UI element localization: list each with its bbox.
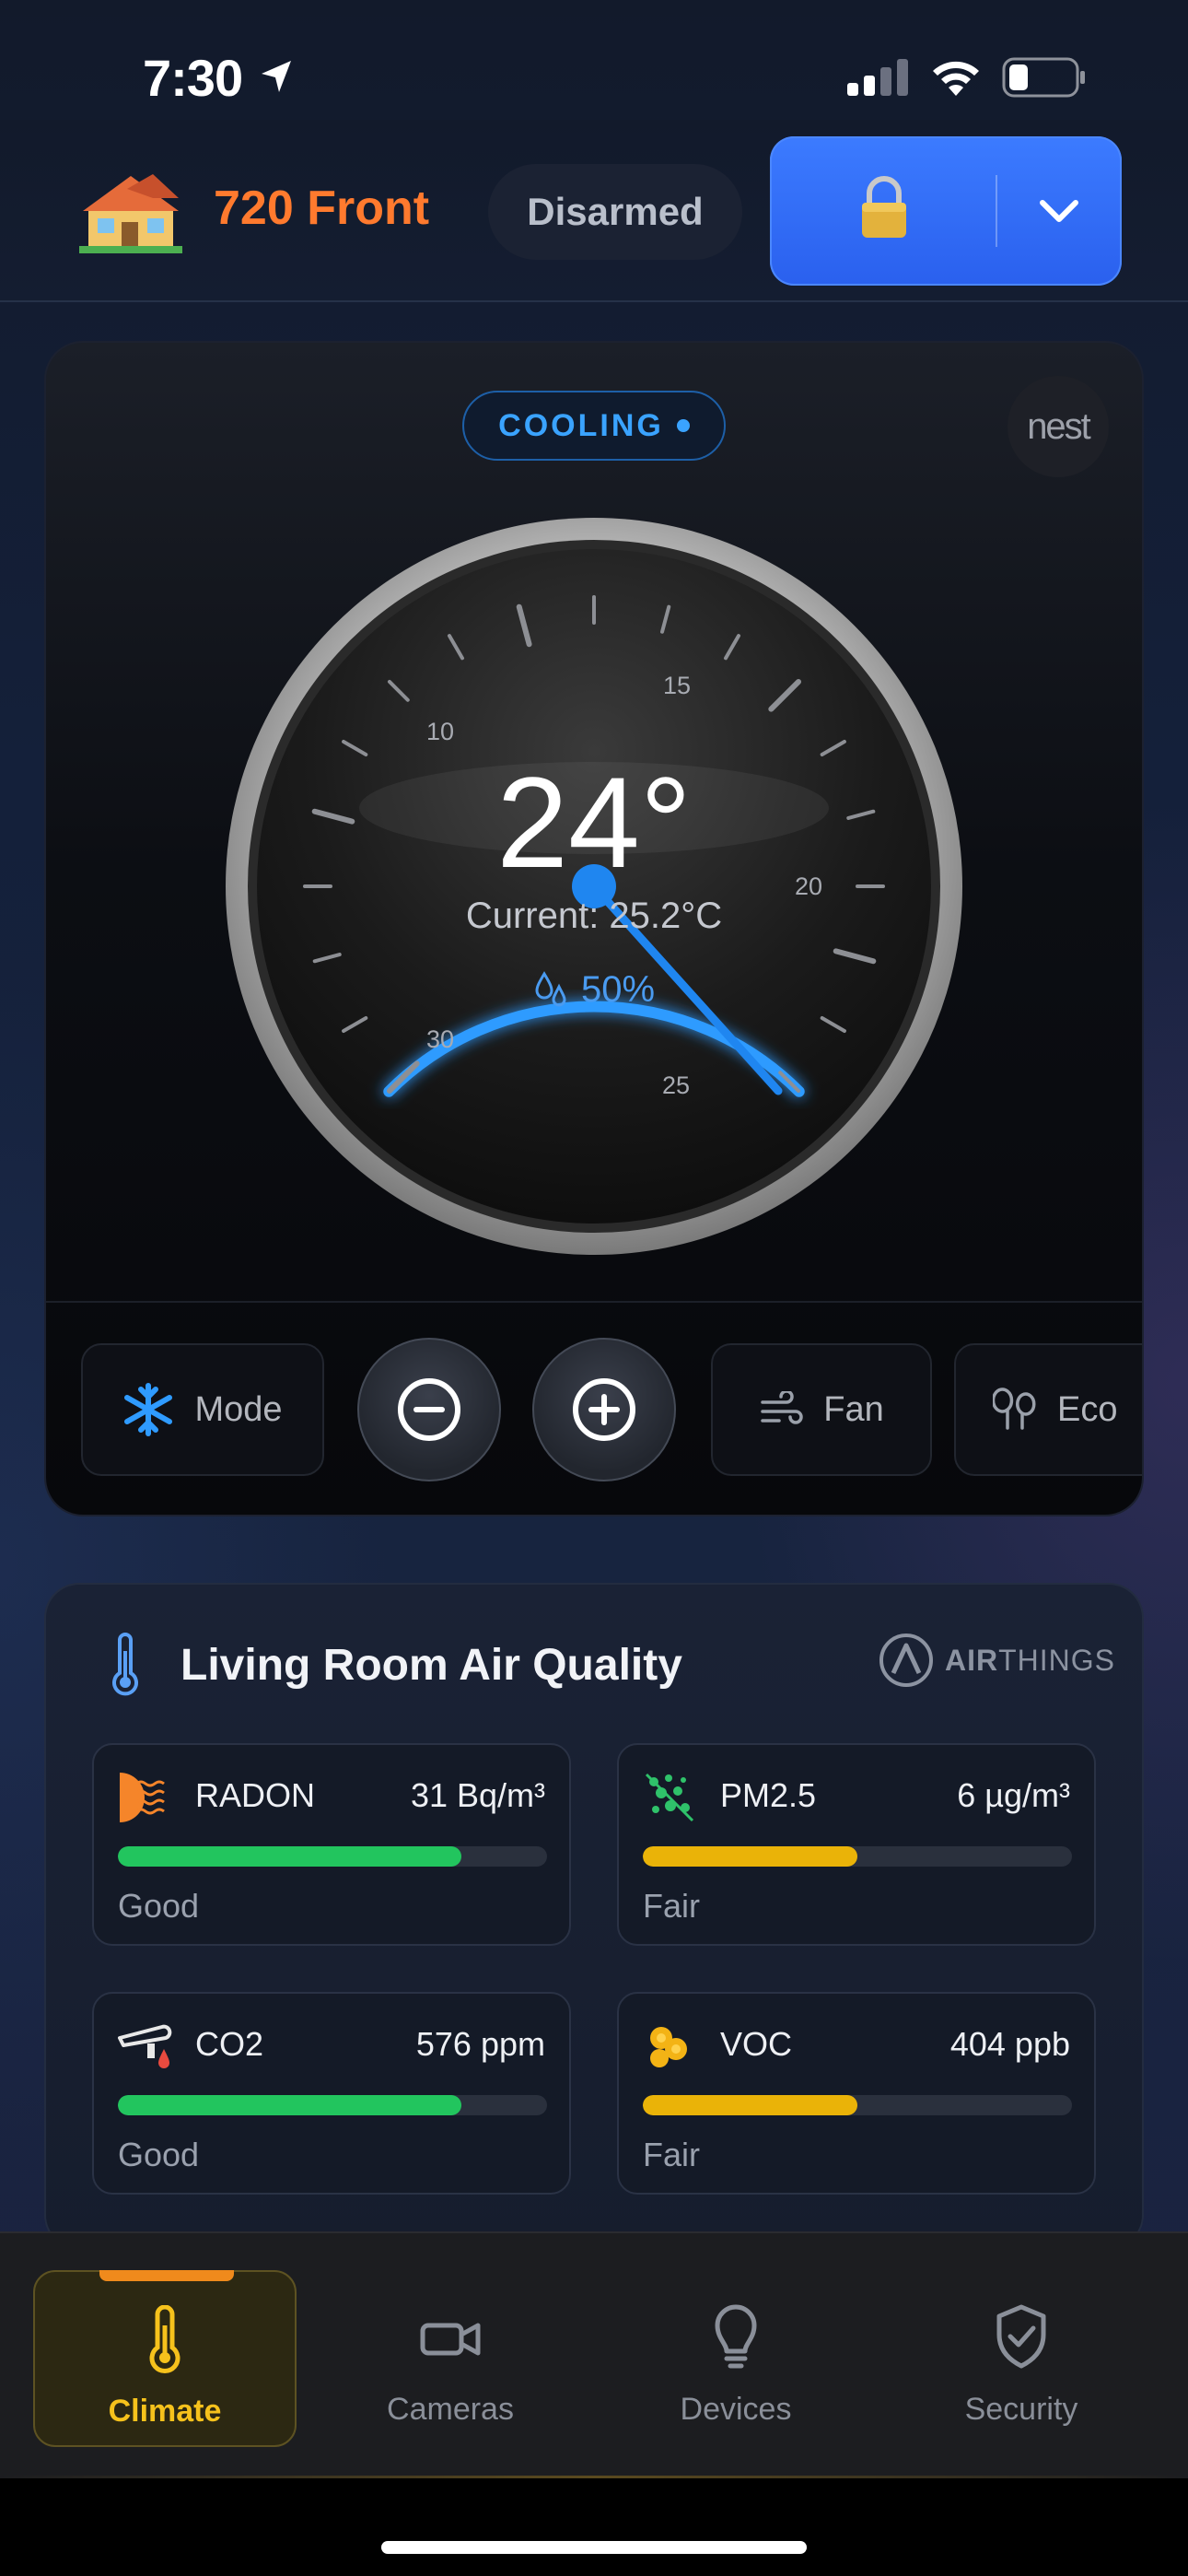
humidity-value: 50% — [580, 969, 656, 1010]
pm25-metric-tile[interactable]: PM2.5 6 µg/m³ Fair — [617, 1743, 1096, 1946]
bottom-tab-bar: Climate Cameras Devices Security — [0, 2231, 1188, 2478]
thermometer-icon — [149, 2305, 181, 2373]
scale-label-10: 10 — [426, 718, 454, 745]
voc-icon — [650, 2027, 687, 2067]
tab-label: Devices — [680, 2392, 792, 2427]
metric-level-bar — [643, 2095, 1072, 2115]
metric-value: 6 µg/m³ — [957, 1776, 1070, 1814]
scale-label-20: 20 — [795, 872, 822, 900]
metric-level-fill — [643, 2095, 857, 2115]
co2-metric-tile[interactable]: CO2 576 ppm Good — [92, 1992, 571, 2195]
battery-icon — [1002, 57, 1085, 98]
fan-wind-icon — [761, 1391, 803, 1424]
metric-status: Fair — [643, 1887, 700, 1925]
metric-name: PM2.5 — [720, 1776, 817, 1814]
metric-status: Fair — [643, 2136, 700, 2173]
humidity-drops-icon — [535, 970, 566, 1006]
app-screen: 7:30 720 Front Disarmed COOLING nest 10 … — [0, 0, 1188, 2576]
status-indicators — [845, 57, 1087, 98]
metric-value: 31 Bq/m³ — [410, 1776, 545, 1814]
humidity-readout: 50% — [502, 969, 686, 1011]
current-temperature: Current: 25.2°C — [465, 896, 723, 936]
tab-climate[interactable]: Climate — [33, 2270, 297, 2447]
plus-circle-icon — [573, 1378, 635, 1441]
voc-metric-tile[interactable]: VOC 404 ppb Fair — [617, 1992, 1096, 2195]
status-bar: 7:30 — [0, 0, 1188, 138]
airthings-logo-icon — [879, 1633, 933, 1687]
scale-label-25: 25 — [662, 1071, 690, 1099]
controls-divider — [46, 1301, 1142, 1303]
radon-icon — [120, 1773, 165, 1822]
metric-status: Good — [118, 2136, 200, 2173]
metric-level-bar — [118, 1846, 547, 1867]
thermometer-icon — [112, 1633, 138, 1696]
airthings-bold: AIR — [945, 1643, 999, 1677]
metric-level-bar — [643, 1846, 1072, 1867]
eco-button[interactable]: Eco — [954, 1343, 1142, 1476]
status-time: 7:30 — [143, 49, 243, 107]
eco-button-label: Eco — [1057, 1389, 1118, 1429]
scale-label-15: 15 — [663, 672, 691, 699]
pm25-icon — [645, 1773, 694, 1822]
air-quality-title: Living Room Air Quality — [181, 1641, 682, 1690]
tab-label: Climate — [108, 2394, 222, 2429]
location-arrow-icon — [262, 61, 291, 92]
fan-button[interactable]: Fan — [711, 1343, 932, 1476]
metric-level-fill — [118, 2095, 461, 2115]
tab-devices[interactable]: Devices — [604, 2270, 868, 2447]
metric-value: 404 ppb — [949, 2025, 1070, 2063]
camera-icon — [420, 2323, 481, 2356]
chevron-down-icon[interactable] — [1035, 188, 1083, 234]
lock-icon — [862, 176, 906, 238]
fan-button-label: Fan — [823, 1389, 884, 1429]
metric-value: 576 ppm — [415, 2025, 545, 2063]
tab-label: Security — [964, 2392, 1078, 2427]
metric-level-bar — [118, 2095, 547, 2115]
app-header: 720 Front Disarmed — [0, 120, 1188, 302]
tab-security[interactable]: Security — [890, 2270, 1153, 2447]
increase-temp-button[interactable] — [532, 1338, 676, 1481]
metric-level-fill — [118, 1846, 461, 1867]
snowflake-icon — [124, 1383, 173, 1436]
tab-cameras[interactable]: Cameras — [319, 2270, 582, 2447]
metric-name: RADON — [195, 1776, 316, 1814]
mode-button[interactable]: Mode — [81, 1343, 324, 1476]
house-icon — [79, 174, 182, 253]
lock-button-divider — [996, 175, 997, 247]
eco-leaf-icon — [993, 1388, 1036, 1430]
airthings-logo: AIRTHINGS — [879, 1633, 1115, 1688]
wifi-icon — [933, 61, 979, 96]
mode-button-label: Mode — [194, 1389, 283, 1429]
shield-check-icon — [996, 2304, 1046, 2369]
location-name[interactable]: 720 Front — [214, 181, 429, 236]
air-quality-card: Living Room Air Quality AIRTHINGS RADON … — [46, 1585, 1142, 2248]
active-tab-indicator — [99, 2270, 234, 2281]
lock-control-button[interactable] — [770, 136, 1122, 286]
thermostat-card: COOLING nest 10 15 20 25 30 24° Current:… — [46, 343, 1142, 1515]
metric-level-fill — [643, 1846, 857, 1867]
minus-circle-icon — [398, 1378, 460, 1441]
radon-metric-tile[interactable]: RADON 31 Bq/m³ Good — [92, 1743, 571, 1946]
airthings-rest: THINGS — [998, 1643, 1115, 1677]
home-indicator-area — [0, 2478, 1188, 2576]
arm-status-badge[interactable]: Disarmed — [488, 164, 742, 260]
scale-label-30: 30 — [426, 1025, 454, 1053]
tab-label: Cameras — [387, 2392, 514, 2427]
cellular-signal-icon — [847, 59, 908, 96]
lightbulb-icon — [715, 2304, 757, 2369]
metric-status: Good — [118, 1887, 200, 1925]
decrease-temp-button[interactable] — [357, 1338, 501, 1481]
home-indicator[interactable] — [381, 2541, 807, 2554]
metric-name: CO2 — [195, 2025, 264, 2063]
co2-icon — [118, 2024, 172, 2068]
metric-name: VOC — [720, 2025, 793, 2063]
target-temperature: 24° — [496, 750, 692, 895]
